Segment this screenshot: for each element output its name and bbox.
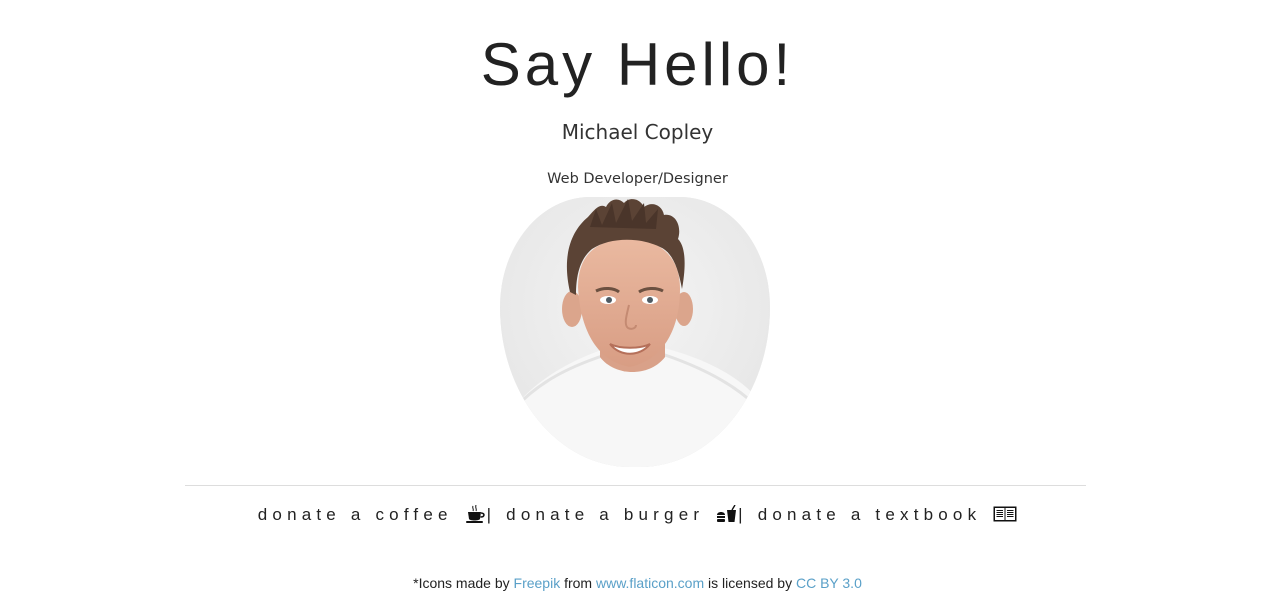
donate-coffee-link[interactable]: donate a coffee <box>257 504 487 524</box>
coffee-cup-icon <box>465 504 487 530</box>
icon-credits: *Icons made by Freepik from www.flaticon… <box>0 574 1275 592</box>
donate-burger-label: donate a burger <box>506 505 705 524</box>
avatar <box>500 197 770 467</box>
license-link[interactable]: CC BY 3.0 <box>796 575 862 591</box>
separator: | <box>738 505 748 524</box>
flaticon-link[interactable]: www.flaticon.com <box>596 575 704 591</box>
open-book-icon <box>993 505 1017 530</box>
donate-textbook-label: donate a textbook <box>757 505 982 524</box>
freepik-link[interactable]: Freepik <box>514 575 561 591</box>
donate-links: donate a coffee | donate a burger | dona… <box>0 503 1275 530</box>
credits-prefix: *Icons made by <box>413 575 510 591</box>
donate-burger-link[interactable]: donate a burger <box>506 504 738 524</box>
donate-textbook-link[interactable]: donate a textbook <box>758 505 1018 524</box>
page-title: Say Hello! <box>480 31 795 98</box>
page: Say Hello! Michael Copley Web Developer/… <box>0 0 1275 603</box>
person-name: Michael Copley <box>561 120 714 144</box>
person-role: Web Developer/Designer <box>547 171 728 187</box>
burger-drink-icon <box>716 504 738 530</box>
credits-from: from <box>564 575 593 591</box>
avatar-photo <box>500 197 770 467</box>
donate-coffee-label: donate a coffee <box>257 505 453 524</box>
divider <box>185 485 1086 486</box>
separator: | <box>486 505 497 524</box>
credits-licensed: is licensed by <box>708 575 793 591</box>
